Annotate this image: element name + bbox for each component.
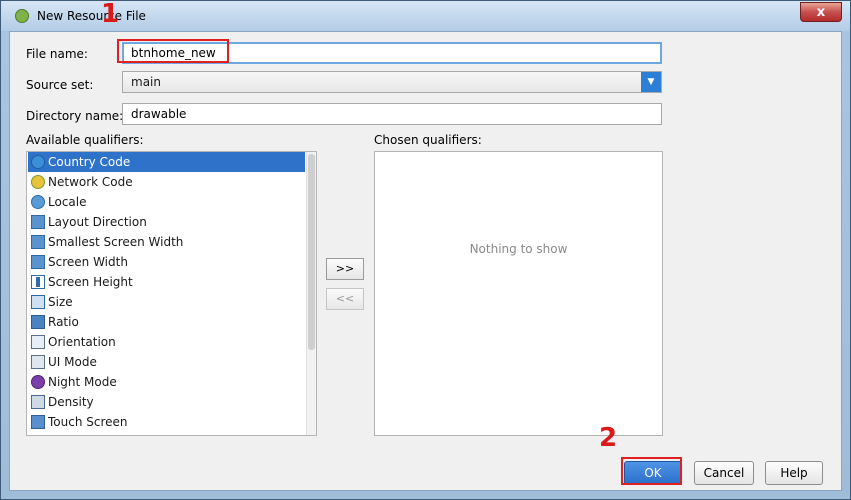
qualifier-label: Night Mode [48,375,117,389]
window-title: New Resource File [37,9,146,23]
new-resource-file-dialog: New Resource File x File name: Source se… [0,0,851,500]
available-qualifiers-label: Available qualifiers: [26,133,144,147]
qualifier-item[interactable]: Size [28,292,305,312]
source-set-label: Source set: [26,78,94,92]
qualifier-item[interactable]: Ratio [28,312,305,332]
screen-width-icon [31,255,45,269]
scrollbar-thumb[interactable] [308,154,315,350]
cancel-button[interactable]: Cancel [694,461,754,485]
globe-icon [31,155,45,169]
remove-qualifier-button[interactable]: << [326,288,364,310]
orientation-icon [31,335,45,349]
qualifier-item[interactable]: UI Mode [28,352,305,372]
qualifier-label: Screen Width [48,255,128,269]
qualifier-label: Smallest Screen Width [48,235,184,249]
smallest-width-icon [31,235,45,249]
qualifier-item[interactable]: Touch Screen [28,412,305,432]
annotation-box-ok [621,457,682,485]
empty-list-message: Nothing to show [469,242,568,256]
annotation-marker-2: 2 [599,423,618,453]
layout-direction-icon [31,215,45,229]
qualifier-label: Network Code [48,175,133,189]
dialog-content: File name: Source set: main ▼ Directory … [9,31,842,491]
density-icon [31,395,45,409]
directory-name-input[interactable] [122,103,662,125]
locale-icon [31,195,45,209]
chosen-qualifiers-label: Chosen qualifiers: [374,133,482,147]
size-icon [31,295,45,309]
qualifier-label: Screen Height [48,275,133,289]
ui-mode-icon [31,355,45,369]
close-button[interactable]: x [800,2,842,22]
qualifier-item[interactable]: Density [28,392,305,412]
qualifier-label: UI Mode [48,355,97,369]
available-list-scrollbar[interactable] [306,152,316,435]
available-qualifiers-list[interactable]: Country Code Network Code Locale Layout Dir… [26,151,317,436]
qualifier-label: Layout Direction [48,215,147,229]
qualifier-item[interactable]: Smallest Screen Width [28,232,305,252]
qualifier-label: Density [48,395,94,409]
touch-screen-icon [31,415,45,429]
qualifier-item[interactable]: Country Code [28,152,305,172]
qualifier-label: Touch Screen [48,415,128,429]
source-set-select[interactable]: main ▼ [122,71,662,93]
network-icon [31,175,45,189]
qualifier-item[interactable]: Night Mode [28,372,305,392]
qualifier-item[interactable]: Locale [28,192,305,212]
chosen-qualifiers-list[interactable]: Nothing to show [374,151,663,436]
add-qualifier-button[interactable]: >> [326,258,364,280]
annotation-marker-1: 1 [101,0,120,29]
qualifier-item[interactable]: Layout Direction [28,212,305,232]
qualifier-label: Locale [48,195,87,209]
screen-height-icon [31,275,45,289]
directory-name-label: Directory name: [26,109,124,123]
qualifier-item[interactable]: Screen Width [28,252,305,272]
qualifier-label: Country Code [48,155,131,169]
android-studio-icon [15,9,29,23]
qualifier-item[interactable]: Screen Height [28,272,305,292]
qualifier-label: Orientation [48,335,116,349]
night-mode-icon [31,375,45,389]
annotation-box-file-name [117,39,229,63]
title-bar[interactable]: New Resource File x [1,1,850,31]
file-name-label: File name: [26,47,88,61]
qualifier-label: Ratio [48,315,79,329]
qualifier-item[interactable]: Network Code [28,172,305,192]
help-button[interactable]: Help [765,461,823,485]
source-set-value: main [131,75,161,89]
chevron-down-icon[interactable]: ▼ [641,72,661,92]
qualifier-item[interactable]: Orientation [28,332,305,352]
ratio-icon [31,315,45,329]
qualifier-label: Size [48,295,73,309]
